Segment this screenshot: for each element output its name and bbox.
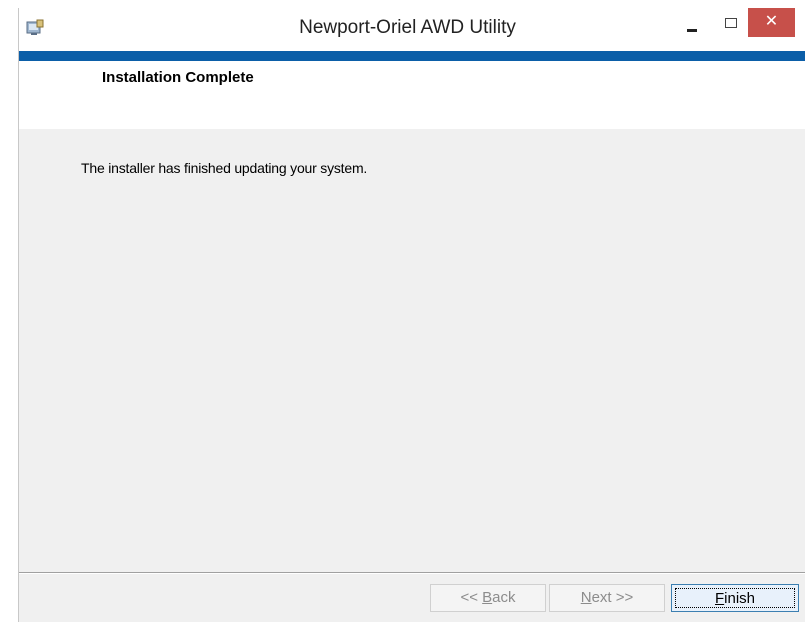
page-title: Installation Complete — [102, 69, 254, 86]
minimize-button[interactable] — [675, 8, 709, 37]
accent-bar — [19, 51, 805, 61]
back-button[interactable]: << Back — [430, 584, 546, 612]
header-banner: Installation Complete — [19, 61, 805, 129]
completion-message: The installer has finished updating your… — [81, 160, 368, 176]
finish-focus-rect: Finish — [675, 588, 795, 608]
next-button[interactable]: Next >> — [549, 584, 665, 612]
maximize-button[interactable] — [713, 8, 747, 37]
close-button[interactable]: ✕ — [748, 8, 795, 37]
close-icon: ✕ — [764, 13, 779, 30]
title-bar: Newport-Oriel AWD Utility ✕ — [19, 8, 805, 51]
finish-button[interactable]: Finish — [671, 584, 799, 612]
button-separator — [19, 572, 805, 574]
installer-window: Newport-Oriel AWD Utility ✕ Installation… — [18, 8, 805, 622]
